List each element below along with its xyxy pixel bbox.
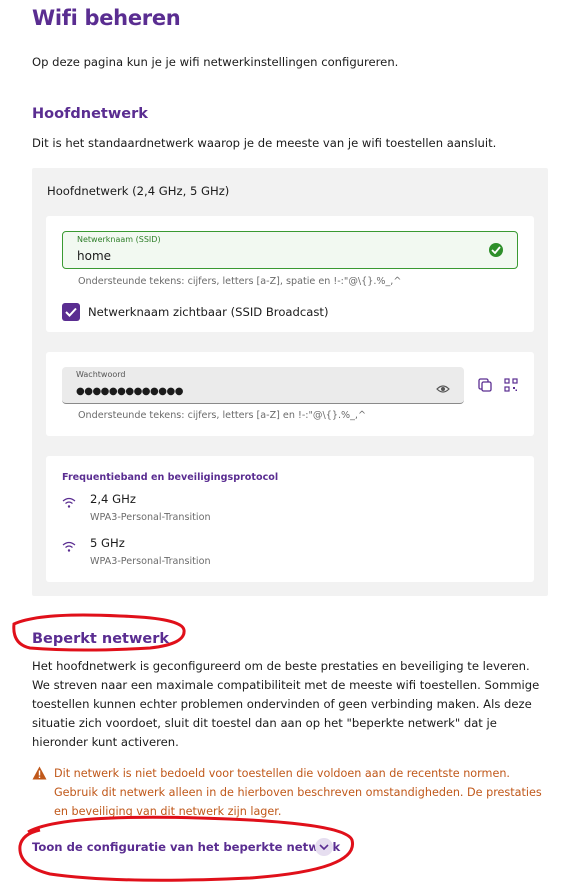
band-name: 5 GHz (90, 536, 125, 550)
page-title: Wifi beheren (32, 6, 181, 30)
main-network-description: Dit is het standaardnetwerk waarop je de… (32, 136, 497, 150)
page-intro: Op deze pagina kun je je wifi netwerkins… (32, 55, 399, 69)
restricted-network-heading: Beperkt netwerk (32, 631, 169, 647)
toggle-label: Toon de configuratie van het beperkte ne… (32, 840, 341, 854)
show-restricted-config-toggle[interactable]: Toon de configuratie van het beperkte ne… (32, 838, 342, 858)
main-network-heading: Hoofdnetwerk (32, 106, 148, 122)
band-protocol: WPA3-Personal-Transition (90, 512, 211, 523)
ssid-broadcast-checkbox[interactable] (62, 303, 80, 321)
ssid-label: Netwerknaam (SSID) (77, 235, 161, 244)
wifi-icon (62, 538, 76, 557)
password-input[interactable]: Wachtwoord ●●●●●●●●●●●●● (62, 367, 464, 404)
restricted-network-description: Het hoofdnetwerk is geconfigureerd om de… (32, 659, 540, 749)
copy-icon[interactable] (478, 377, 492, 396)
password-label: Wachtwoord (76, 370, 126, 379)
band-name: 2,4 GHz (90, 492, 136, 506)
main-network-card: Hoofdnetwerk (2,4 GHz, 5 GHz) Netwerknaa… (32, 168, 548, 596)
frequency-panel: Frequentieband en beveiligingsprotocol 2… (46, 456, 534, 582)
password-value: ●●●●●●●●●●●●● (76, 386, 183, 397)
band-protocol: WPA3-Personal-Transition (90, 556, 211, 567)
wifi-icon (62, 494, 76, 513)
ssid-value: home (77, 249, 112, 263)
password-panel: Wachtwoord ●●●●●●●●●●●●● Ondersteunde te… (46, 352, 534, 436)
band-item: 2,4 GHz WPA3-Personal-Transition (62, 492, 462, 528)
frequency-title: Frequentieband en beveiligingsprotocol (62, 472, 279, 483)
eye-icon[interactable] (436, 379, 450, 398)
ssid-hint: Ondersteunde tekens: cijfers, letters [a… (78, 276, 402, 287)
card-title: Hoofdnetwerk (2,4 GHz, 5 GHz) (47, 184, 230, 198)
check-icon (65, 307, 77, 317)
warning-text: Dit netwerk is niet bedoeld voor toestel… (54, 767, 542, 818)
ssid-input[interactable]: Netwerknaam (SSID) home (62, 231, 518, 269)
password-hint: Ondersteunde tekens: cijfers, letters [a… (78, 410, 367, 421)
band-item: 5 GHz WPA3-Personal-Transition (62, 536, 462, 572)
check-circle-icon (489, 243, 503, 257)
warning-triangle-icon (32, 765, 47, 784)
chevron-down-icon[interactable] (315, 838, 333, 856)
qr-code-icon[interactable] (504, 377, 518, 396)
ssid-panel: Netwerknaam (SSID) home Ondersteunde tek… (46, 216, 534, 332)
ssid-broadcast-label[interactable]: Netwerknaam zichtbaar (SSID Broadcast) (88, 305, 328, 319)
